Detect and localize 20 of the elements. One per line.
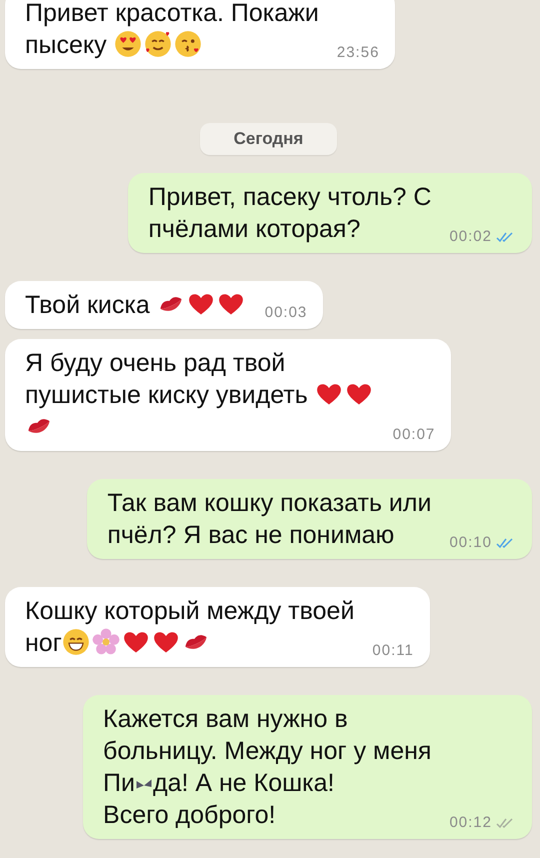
- message-time: 00:03: [264, 304, 308, 321]
- message-text: Так вам кошку показать или пчёл? Я вас не понимаю: [107, 488, 432, 551]
- message-text: Привет красотка. Покажи пысеку: [25, 0, 319, 61]
- message-time: 00:11: [372, 642, 414, 659]
- message-text: Я буду очень рад твой пушистые киску увидеть: [25, 347, 375, 443]
- message-time: 00:07: [392, 426, 436, 443]
- message-time: 00:12: [449, 814, 492, 831]
- message-time: 23:56: [336, 44, 380, 61]
- kiss-emoji-icon: [174, 30, 202, 58]
- message-text: Твой киска: [25, 289, 247, 321]
- message-text: Кошку который между твоей ног: [25, 596, 354, 659]
- heart-eyes-emoji-icon: [114, 30, 142, 58]
- message-text: Кажется вам нужно в больницу. Между ног у меня Пи да! А не Кошка! Всего доброго!: [103, 704, 432, 831]
- date-separator: Сегодня: [200, 123, 338, 155]
- message-time: 00:10: [449, 534, 492, 551]
- flower-icon: [92, 628, 120, 656]
- message-time: 00:02: [449, 228, 492, 245]
- smiling-hearts-emoji-icon: [144, 30, 172, 58]
- grin-emoji-icon: [62, 628, 90, 656]
- message-text: Привет, пасеку чтоль? С пчёлами которая?: [148, 182, 432, 245]
